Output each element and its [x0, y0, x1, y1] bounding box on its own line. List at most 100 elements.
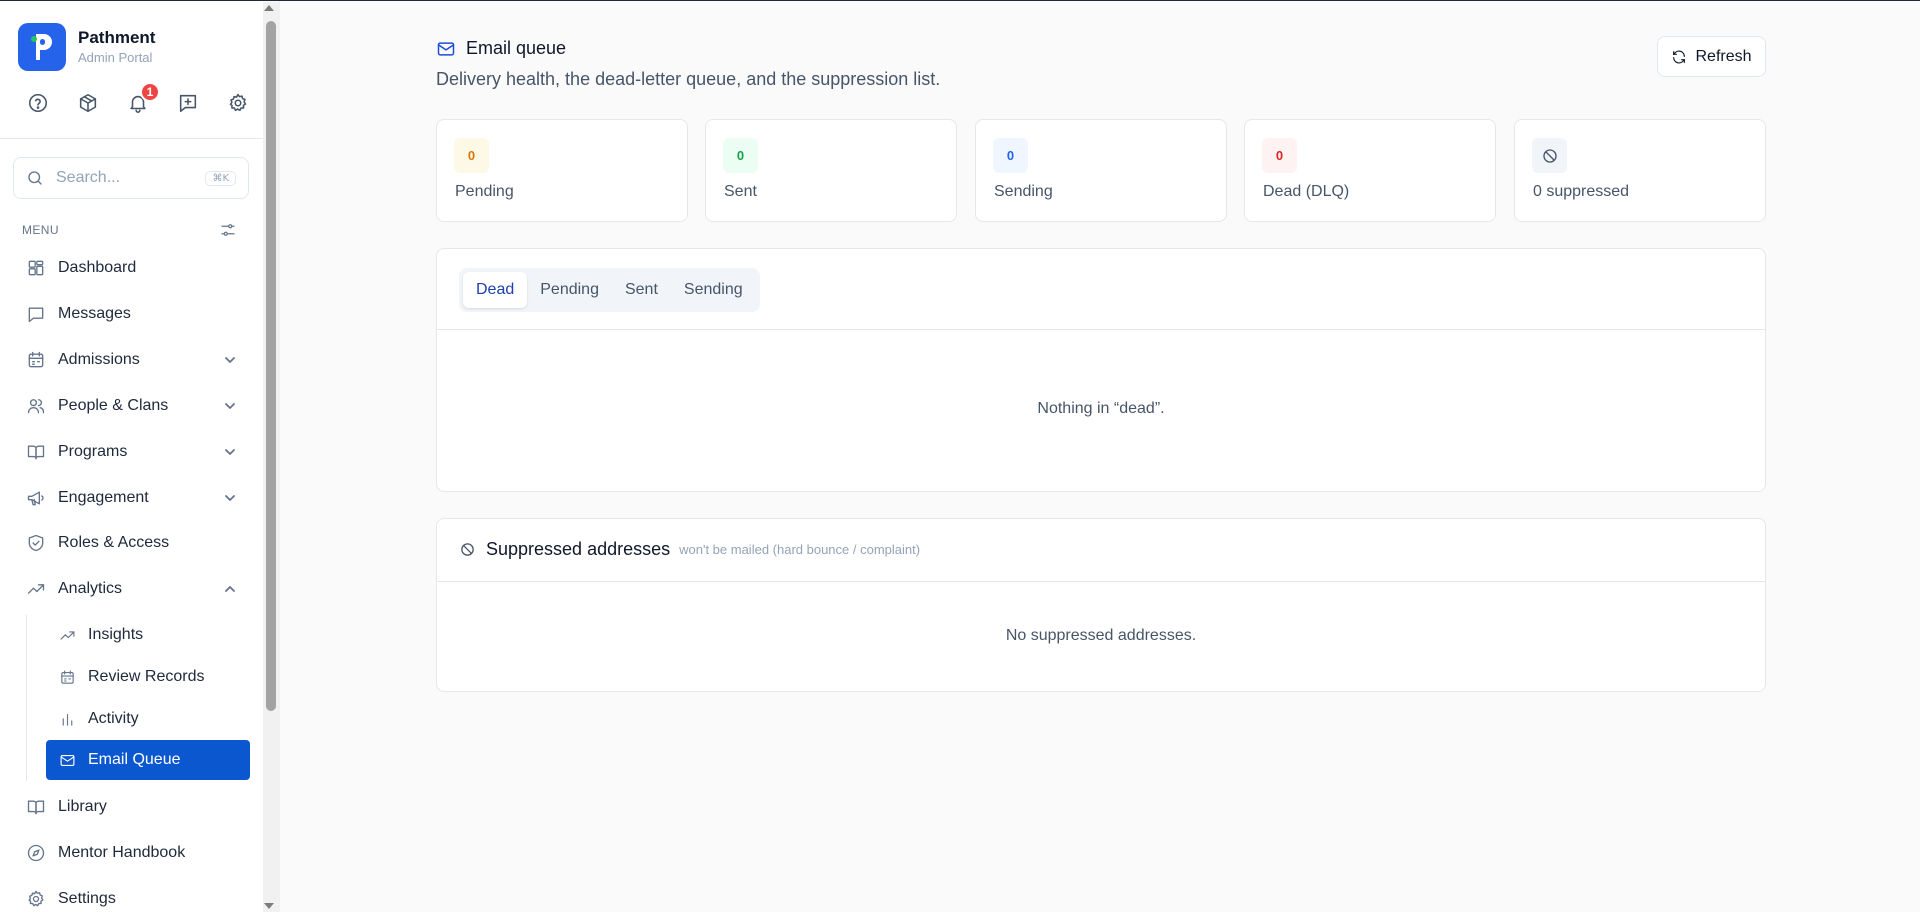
- mail-icon: [59, 752, 76, 769]
- sidebar-item-roles-access[interactable]: Roles & Access: [26, 523, 250, 563]
- bar-chart-icon: [59, 711, 76, 728]
- bell-icon[interactable]: 1: [124, 82, 160, 117]
- page-title: Email queue: [466, 38, 567, 58]
- page-header: Email queue Delivery health, the dead-le…: [436, 38, 940, 90]
- queue-empty-message: Nothing in “dead”.: [1037, 400, 1165, 417]
- sidebar-search[interactable]: ⌘K: [13, 157, 249, 199]
- sidebar-item-label: Email Queue: [88, 751, 181, 768]
- search-input[interactable]: [56, 169, 196, 187]
- dashboard-icon: [26, 258, 46, 278]
- stat-label: Pending: [455, 183, 514, 200]
- sidebar-subitem-review-records[interactable]: Review Records: [46, 657, 250, 697]
- panel-divider: [437, 581, 1765, 582]
- sidebar-item-label: Engagement: [58, 489, 149, 506]
- sidebar-subitem-insights[interactable]: Insights: [46, 615, 250, 655]
- subnav-guide-line: [26, 615, 27, 781]
- sidebar-toolbar: 1: [24, 82, 252, 117]
- sidebar-subitem-activity[interactable]: Activity: [46, 699, 250, 739]
- message-plus-icon[interactable]: [174, 89, 202, 117]
- trending-up-icon: [26, 579, 46, 599]
- book-open-icon: [26, 797, 46, 817]
- stat-card-suppressed: 0 suppressed: [1514, 119, 1766, 222]
- menu-section-label: MENU: [22, 223, 59, 237]
- sidebar-item-settings[interactable]: Settings: [26, 879, 250, 912]
- sidebar-item-label: Roles & Access: [58, 534, 170, 551]
- suppressed-empty-message: No suppressed addresses.: [1005, 627, 1197, 644]
- stat-label: 0 suppressed: [1533, 183, 1630, 200]
- calendar-icon: [59, 669, 76, 686]
- megaphone-icon: [26, 488, 46, 508]
- gear-icon: [26, 889, 46, 909]
- sidebar-subitem-email-queue[interactable]: Email Queue: [46, 740, 250, 780]
- sidebar-item-label: Settings: [58, 890, 116, 907]
- search-shortcut: ⌘K: [205, 170, 236, 186]
- stat-label: Sending: [994, 183, 1053, 200]
- scroll-down-arrow-icon[interactable]: [264, 903, 274, 909]
- sidebar-scrollbar-thumb[interactable]: [266, 21, 276, 711]
- refresh-icon: [1673, 50, 1686, 63]
- tab-sent[interactable]: Sent: [612, 272, 671, 308]
- stat-card-pending: 0 Pending: [436, 119, 688, 222]
- sidebar-item-admissions[interactable]: Admissions: [26, 340, 250, 380]
- ban-icon: [1532, 138, 1567, 173]
- stat-card-sent: 0 Sent: [705, 119, 957, 222]
- sliders-icon[interactable]: [219, 221, 237, 239]
- stat-value: 0: [1262, 138, 1297, 173]
- page-subtitle: Delivery health, the dead-letter queue, …: [436, 69, 941, 89]
- users-icon: [26, 396, 46, 416]
- chevron-down-icon: [222, 352, 238, 368]
- sidebar-item-analytics[interactable]: Analytics: [26, 569, 250, 609]
- chevron-down-icon: [222, 490, 238, 506]
- message-icon: [26, 304, 46, 324]
- refresh-label: Refresh: [1695, 47, 1752, 65]
- window-top-border: [0, 0, 1920, 1]
- sidebar-item-label: Insights: [88, 626, 144, 643]
- stat-label: Dead (DLQ): [1263, 183, 1350, 200]
- stat-value: 0: [723, 138, 758, 173]
- sidebar-item-label: Programs: [58, 443, 128, 460]
- chevron-down-icon: [222, 444, 238, 460]
- suppressed-panel: Suppressed addresses won't be mailed (ha…: [436, 518, 1766, 692]
- sidebar-item-engagement[interactable]: Engagement: [26, 478, 250, 518]
- refresh-button[interactable]: Refresh: [1657, 36, 1766, 77]
- trending-up-icon: [59, 627, 76, 644]
- sidebar-item-label: Analytics: [58, 580, 123, 597]
- sidebar-item-label: Library: [58, 798, 107, 815]
- sidebar-item-label: Review Records: [88, 668, 205, 685]
- tab-dead[interactable]: Dead: [463, 272, 528, 308]
- sidebar-item-mentor-handbook[interactable]: Mentor Handbook: [26, 833, 250, 873]
- tab-sending[interactable]: Sending: [671, 272, 756, 308]
- stat-label: Sent: [724, 183, 757, 200]
- sidebar-item-messages[interactable]: Messages: [26, 294, 250, 334]
- package-icon[interactable]: [74, 89, 102, 117]
- panel-divider: [437, 329, 1765, 330]
- tab-pending[interactable]: Pending: [527, 272, 612, 308]
- sidebar-divider: [0, 138, 263, 139]
- help-circle-icon[interactable]: [24, 89, 52, 117]
- calendar-icon: [26, 350, 46, 370]
- ban-icon: [461, 543, 474, 556]
- queue-tabs: Dead Pending Sent Sending: [459, 268, 760, 312]
- mail-icon: [437, 41, 455, 56]
- chevron-up-icon: [222, 581, 238, 597]
- scroll-up-arrow-icon[interactable]: [264, 5, 274, 11]
- sidebar-item-dashboard[interactable]: Dashboard: [26, 248, 250, 288]
- sidebar-item-library[interactable]: Library: [26, 787, 250, 827]
- sidebar-item-label: People & Clans: [58, 397, 169, 414]
- brand[interactable]: Pathment Admin Portal: [18, 23, 155, 71]
- book-open-icon: [26, 442, 46, 462]
- stat-value: 0: [454, 138, 489, 173]
- stat-card-sending: 0 Sending: [975, 119, 1227, 222]
- sidebar-item-label: Activity: [88, 710, 139, 727]
- suppressed-note: won't be mailed (hard bounce / complaint…: [679, 542, 921, 557]
- notification-count-badge: 1: [140, 82, 160, 102]
- brand-subtitle: Admin Portal: [78, 50, 153, 65]
- sidebar-item-programs[interactable]: Programs: [26, 432, 250, 472]
- gear-icon[interactable]: [224, 89, 252, 117]
- brand-name: Pathment: [78, 28, 156, 47]
- search-icon: [28, 171, 42, 185]
- sidebar-item-people-clans[interactable]: People & Clans: [26, 386, 250, 426]
- suppressed-title: Suppressed addresses: [486, 539, 671, 559]
- sidebar-item-label: Messages: [58, 305, 131, 322]
- sidebar-item-label: Mentor Handbook: [58, 844, 186, 861]
